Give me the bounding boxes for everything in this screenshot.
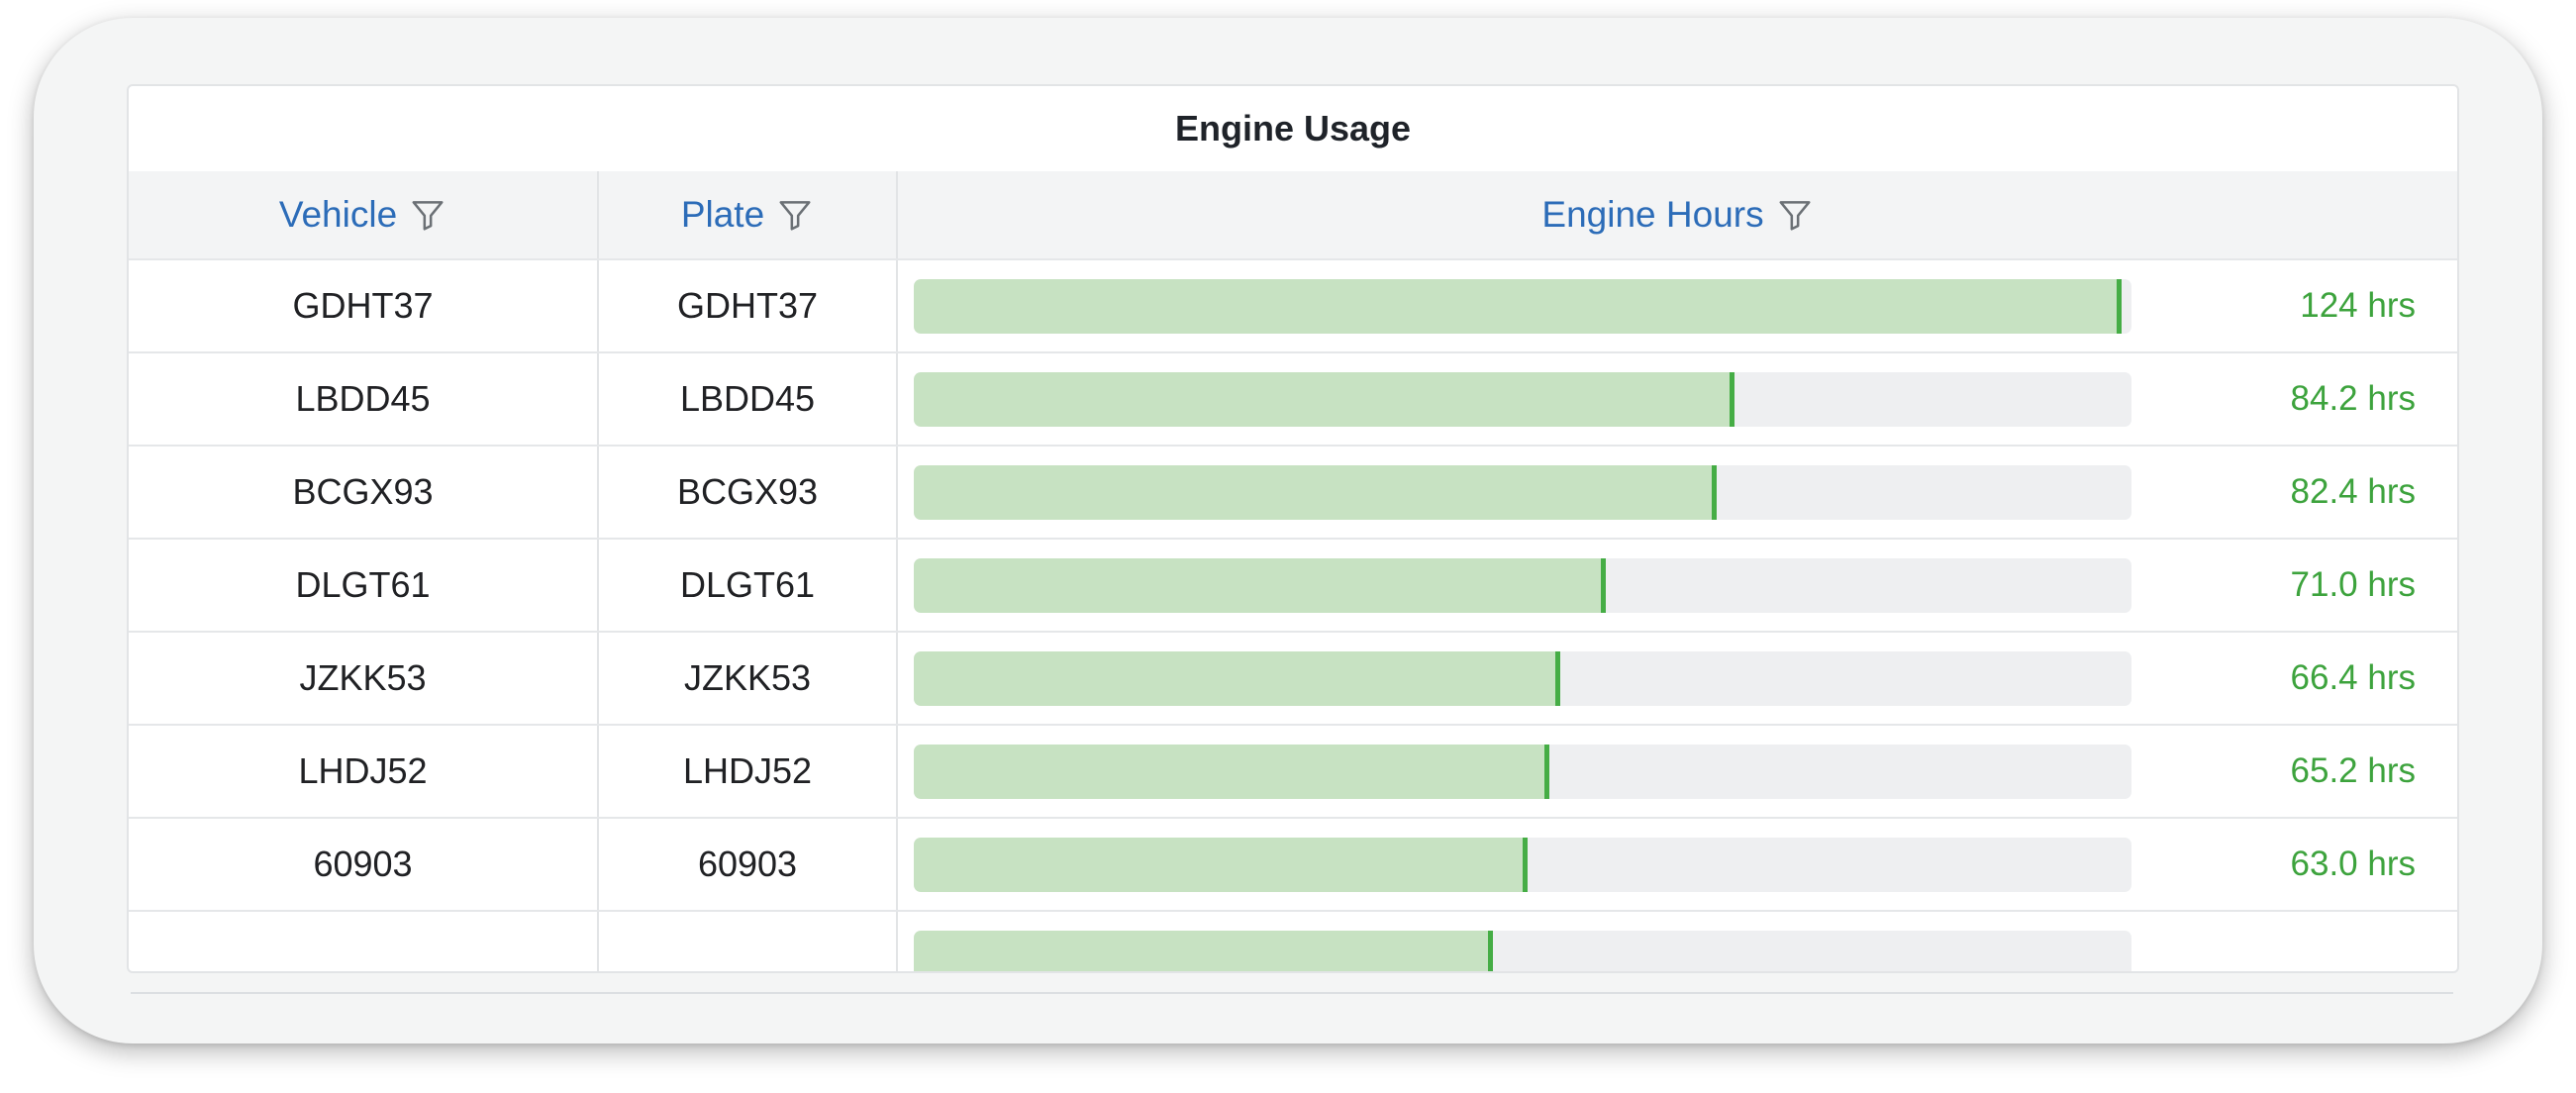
engine-hours-value: 66.4 hrs [2290,658,2416,697]
table-row[interactable] [129,912,2457,971]
engine-hours-value: 82.4 hrs [2290,472,2416,511]
engine-hours-value: 71.0 hrs [2290,565,2416,604]
engine-usage-card: Engine Usage Vehicle Plate Engine Hours [127,84,2459,973]
engine-hours-bar-track [914,372,2131,427]
cell-vehicle: DLGT61 [129,540,599,631]
table-row[interactable]: BCGX93 BCGX93 82.4 hrs [129,447,2457,540]
cell-plate: DLGT61 [599,540,898,631]
cell-plate: LBDD45 [599,353,898,445]
cell-plate: 60903 [599,819,898,910]
table-row[interactable]: 60903 60903 63.0 hrs [129,819,2457,912]
table-row[interactable]: LHDJ52 LHDJ52 65.2 hrs [129,726,2457,819]
engine-hours-bar-track [914,558,2131,613]
column-header-vehicle-label: Vehicle [278,194,398,235]
table-row[interactable]: LBDD45 LBDD45 84.2 hrs [129,353,2457,447]
engine-hours-bar-track [914,465,2131,520]
table-row[interactable]: GDHT37 GDHT37 124 hrs [129,260,2457,353]
column-header-engine-hours-label: Engine Hours [1541,194,1764,235]
table-header: Vehicle Plate Engine Hours [129,171,2457,260]
engine-hours-bar [914,372,1734,427]
engine-hours-bar-track [914,279,2131,334]
cell-engine-hours: 71.0 hrs [898,540,2457,631]
card-title: Engine Usage [1174,108,1412,149]
column-header-vehicle[interactable]: Vehicle [129,171,599,258]
table-row[interactable]: JZKK53 JZKK53 66.4 hrs [129,633,2457,726]
cell-vehicle: JZKK53 [129,633,599,724]
engine-hours-value: 84.2 hrs [2290,379,2416,418]
filter-icon[interactable] [1776,196,1814,234]
cell-vehicle: GDHT37 [129,260,599,351]
cell-vehicle: 60903 [129,819,599,910]
engine-hours-bar [914,558,1606,613]
engine-hours-bar [914,745,1549,799]
engine-hours-bar [914,931,1494,971]
footer-divider [131,992,2453,994]
engine-hours-bar [914,279,2123,334]
table-row[interactable]: DLGT61 DLGT61 71.0 hrs [129,540,2457,633]
cell-plate [599,912,898,971]
cell-plate: BCGX93 [599,447,898,538]
engine-usage-table: Vehicle Plate Engine Hours GDHT37 GDHT37 1… [129,171,2457,971]
cell-engine-hours: 124 hrs [898,260,2457,351]
cell-vehicle: LHDJ52 [129,726,599,817]
engine-hours-bar-track [914,838,2131,892]
filter-icon[interactable] [776,196,814,234]
filter-icon[interactable] [409,196,446,234]
cell-engine-hours: 66.4 hrs [898,633,2457,724]
cell-engine-hours: 63.0 hrs [898,819,2457,910]
engine-hours-value: 65.2 hrs [2290,751,2416,790]
engine-hours-value: 124 hrs [2300,286,2416,325]
cell-plate: LHDJ52 [599,726,898,817]
engine-hours-bar-track [914,745,2131,799]
cell-engine-hours: 65.2 hrs [898,726,2457,817]
engine-hours-bar [914,465,1717,520]
cell-vehicle: BCGX93 [129,447,599,538]
column-header-plate-label: Plate [680,194,765,235]
engine-hours-bar [914,651,1561,706]
column-header-engine-hours[interactable]: Engine Hours [898,171,2457,258]
cell-vehicle: LBDD45 [129,353,599,445]
engine-hours-bar-track [914,651,2131,706]
column-header-plate[interactable]: Plate [599,171,898,258]
engine-hours-value: 63.0 hrs [2290,845,2416,883]
table-body: GDHT37 GDHT37 124 hrs LBDD45 LBDD45 84.2 hrs B… [129,260,2457,971]
cell-plate: GDHT37 [599,260,898,351]
cell-engine-hours: 82.4 hrs [898,447,2457,538]
cell-plate: JZKK53 [599,633,898,724]
cell-vehicle [129,912,599,971]
cell-engine-hours: 84.2 hrs [898,353,2457,445]
engine-hours-bar-track [914,931,2131,971]
engine-hours-bar [914,838,1528,892]
cell-engine-hours [898,912,2457,971]
